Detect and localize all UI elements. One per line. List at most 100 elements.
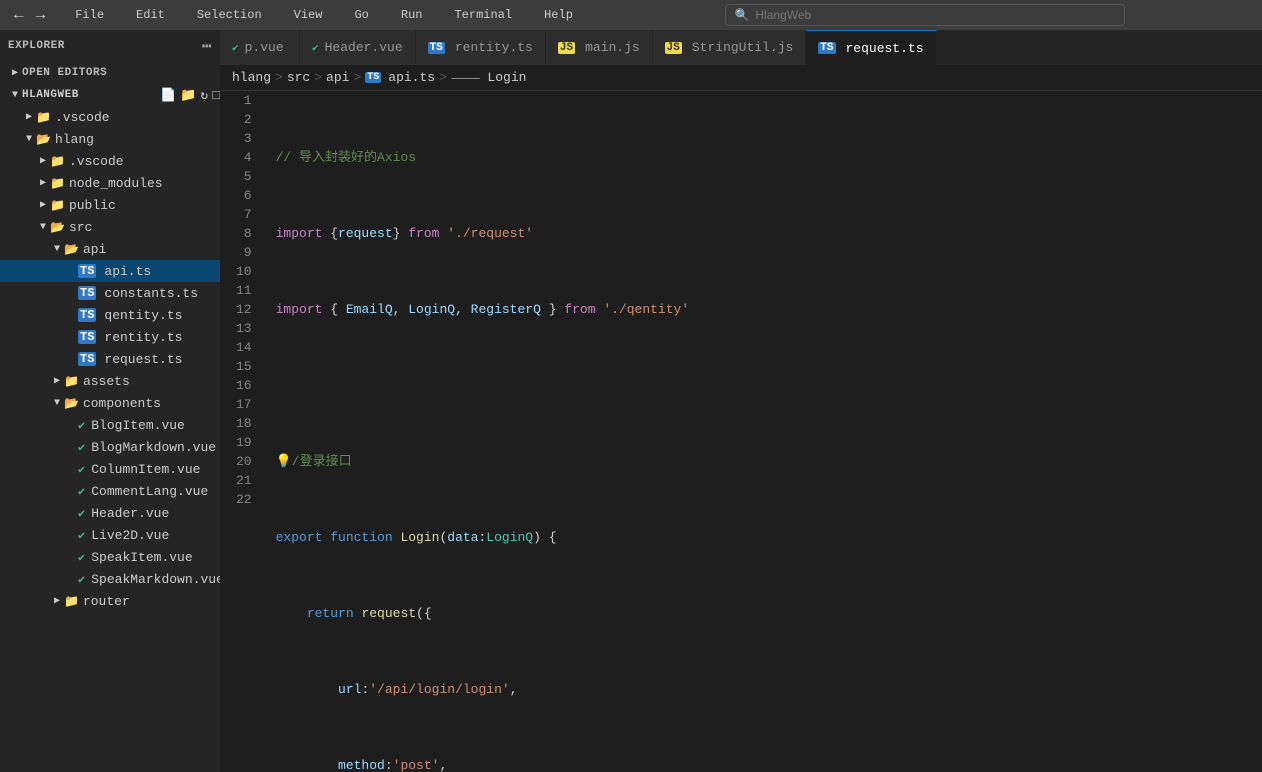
sidebar-item-components[interactable]: ▼ 📂 components	[0, 392, 220, 414]
new-file-icon[interactable]: 📄	[160, 88, 176, 103]
open-editors-section[interactable]: ▶ OPEN EDITORS	[0, 62, 220, 84]
tab-rentity-ts[interactable]: TS rentity.ts	[416, 30, 546, 65]
code-line-7: return request({	[276, 604, 1262, 623]
root-actions: 📄 📁 ↻ □	[160, 88, 220, 103]
editor-area: ✔ p.vue ✔ Header.vue TS rentity.ts JS ma…	[220, 30, 1262, 772]
menu-terminal[interactable]: Terminal	[448, 6, 518, 24]
search-input[interactable]	[755, 8, 1116, 22]
code-token: ,	[393, 300, 409, 319]
code-token: }	[393, 224, 409, 243]
code-token: ) {	[533, 528, 556, 547]
code-area[interactable]: // 导入封装好的Axios import {request} from './…	[260, 91, 1262, 772]
sidebar-item-router[interactable]: ▶ 📁 router	[0, 590, 220, 612]
menu-run[interactable]: Run	[395, 6, 429, 24]
line-num-10: 10	[236, 262, 252, 281]
sidebar-item-blogmarkdown-vue[interactable]: ▶ ✔ BlogMarkdown.vue	[0, 436, 220, 458]
ts-tab-icon: TS	[428, 42, 445, 54]
qentity-label: qentity.ts	[104, 308, 182, 323]
code-token	[276, 604, 307, 623]
code-line-9: method:'post',	[276, 756, 1262, 772]
collapse-all-icon[interactable]: □	[212, 88, 220, 103]
tab-header-vue-label: Header.vue	[325, 40, 403, 55]
code-line-1: // 导入封装好的Axios	[276, 148, 1262, 167]
sidebar-item-hlang-vscode[interactable]: ▶ 📁 .vscode	[0, 150, 220, 172]
breadcrumb-api-ts[interactable]: api.ts	[388, 70, 435, 85]
menu-view[interactable]: View	[288, 6, 329, 24]
menu-go[interactable]: Go	[348, 6, 374, 24]
sidebar-item-live2d-vue[interactable]: ▶ ✔ Live2D.vue	[0, 524, 220, 546]
sidebar-item-speakmarkdown-vue[interactable]: ▶ ✔ SpeakMarkdown.vue	[0, 568, 220, 590]
folder-icon: 📂	[64, 396, 79, 411]
sidebar-item-api[interactable]: ▼ 📂 api	[0, 238, 220, 260]
code-token: from	[408, 224, 447, 243]
sidebar-item-src[interactable]: ▼ 📂 src	[0, 216, 220, 238]
sidebar-item-request-ts[interactable]: ▶ TS request.ts	[0, 348, 220, 370]
sidebar-item-rentity-ts[interactable]: ▶ TS rentity.ts	[0, 326, 220, 348]
sidebar-item-public[interactable]: ▶ 📁 public	[0, 194, 220, 216]
breadcrumb-login[interactable]: Login	[487, 70, 526, 85]
sidebar-item-hlang[interactable]: ▼ 📂 hlang	[0, 128, 220, 150]
root-folder[interactable]: ▼ HLANGWEB 📄 📁 ↻ □	[0, 84, 220, 106]
search-bar[interactable]: 🔍	[725, 4, 1125, 26]
breadcrumb-sep-4: >	[439, 70, 447, 85]
line-num-6: 6	[236, 186, 252, 205]
breadcrumb-hlang[interactable]: hlang	[232, 70, 271, 85]
sidebar-item-columnitem-vue[interactable]: ▶ ✔ ColumnItem.vue	[0, 458, 220, 480]
nav-arrows: ← →	[10, 4, 49, 26]
menu-file[interactable]: File	[69, 6, 110, 24]
forward-arrow[interactable]: →	[32, 4, 50, 26]
breadcrumb-api[interactable]: api	[326, 70, 349, 85]
code-token: data	[447, 528, 478, 547]
tab-main-js[interactable]: JS main.js	[546, 30, 653, 65]
root-arrow: ▼	[8, 90, 22, 101]
sidebar-item-blogitem-vue[interactable]: ▶ ✔ BlogItem.vue	[0, 414, 220, 436]
code-token: ,	[439, 756, 447, 772]
code-token: '/api/login/login'	[369, 680, 509, 699]
new-folder-icon[interactable]: 📁	[180, 88, 196, 103]
code-token: export	[276, 528, 331, 547]
vscode-root-arrow: ▶	[22, 111, 36, 123]
components-label: components	[83, 396, 161, 411]
back-arrow[interactable]: ←	[10, 4, 28, 26]
api-ts-label: api.ts	[104, 264, 151, 279]
code-token: url	[338, 680, 361, 699]
line-num-4: 4	[236, 148, 252, 167]
refresh-icon[interactable]: ↻	[200, 88, 208, 103]
line-num-12: 12	[236, 300, 252, 319]
breadcrumb-sep-2: >	[314, 70, 322, 85]
sidebar-item-node-modules[interactable]: ▶ 📁 node_modules	[0, 172, 220, 194]
public-arrow: ▶	[36, 199, 50, 211]
tab-stringutil-js[interactable]: JS StringUtil.js	[653, 30, 807, 65]
vue-tab-icon: ✔	[232, 41, 239, 55]
tab-header-vue[interactable]: ✔ Header.vue	[300, 30, 416, 65]
sidebar-item-header-vue[interactable]: ▶ ✔ Header.vue	[0, 502, 220, 524]
line-num-16: 16	[236, 376, 252, 395]
code-token: :	[361, 680, 369, 699]
sidebar-item-constants-ts[interactable]: ▶ TS constants.ts	[0, 282, 220, 304]
breadcrumb-src[interactable]: src	[287, 70, 310, 85]
sidebar-item-speakitem-vue[interactable]: ▶ ✔ SpeakItem.vue	[0, 546, 220, 568]
tab-p-vue[interactable]: ✔ p.vue	[220, 30, 300, 65]
sidebar-item-api-ts[interactable]: ▶ TS api.ts	[0, 260, 220, 282]
breadcrumb-login-icon: ⸻	[451, 69, 481, 86]
folder-icon: 📂	[64, 242, 79, 257]
explorer-more[interactable]: ⋯	[202, 36, 212, 56]
menu-selection[interactable]: Selection	[191, 6, 268, 24]
sidebar-item-assets[interactable]: ▶ 📁 assets	[0, 370, 220, 392]
router-arrow: ▶	[50, 595, 64, 607]
sidebar-item-vscode-root[interactable]: ▶ 📁 .vscode	[0, 106, 220, 128]
menu-help[interactable]: Help	[538, 6, 579, 24]
tab-request-ts[interactable]: TS request.ts	[806, 30, 936, 65]
code-token: 💡	[276, 452, 292, 471]
src-arrow: ▼	[36, 222, 50, 233]
sidebar-item-qentity-ts[interactable]: ▶ TS qentity.ts	[0, 304, 220, 326]
vue-file-icon: ✔	[78, 462, 85, 477]
ts-file-icon: TS	[78, 330, 96, 344]
hlang-arrow: ▼	[22, 134, 36, 145]
ts-file-icon: TS	[78, 308, 96, 322]
menu-edit[interactable]: Edit	[130, 6, 171, 24]
sidebar-item-commentlang-vue[interactable]: ▶ ✔ CommentLang.vue	[0, 480, 220, 502]
line-num-20: 20	[236, 452, 252, 471]
breadcrumb-ts-icon: TS	[365, 72, 381, 83]
editor-content[interactable]: 1 2 3 4 5 6 7 8 9 10 11 12 13 14 15 16 1…	[220, 91, 1262, 772]
